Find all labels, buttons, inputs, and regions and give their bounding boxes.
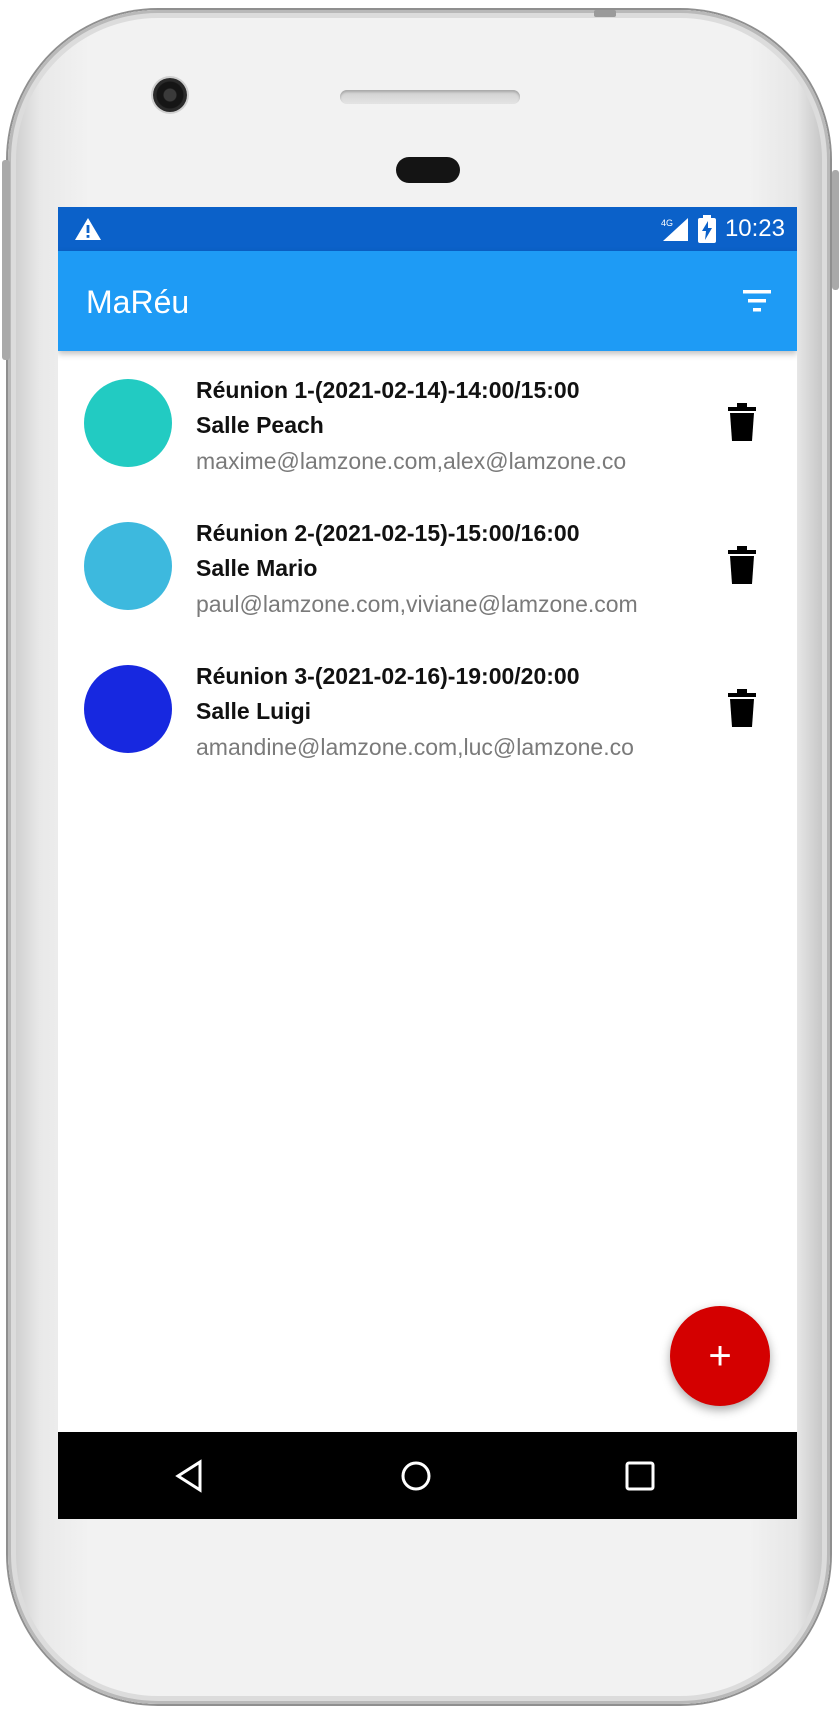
meeting-title: Réunion 1-(2021-02-14)-14:00/15:00 xyxy=(196,377,580,403)
front-camera xyxy=(153,78,187,112)
meeting-participants: paul@lamzone.com,viviane@lamzone.com xyxy=(196,591,638,617)
battery-icon xyxy=(697,215,716,243)
power-button xyxy=(832,170,839,290)
status-bar: 4G 10:23 xyxy=(58,207,797,251)
meeting-room: Salle Luigi xyxy=(196,698,312,724)
meeting-room: Salle Peach xyxy=(196,412,324,438)
list-item[interactable]: Réunion 1-(2021-02-14)-14:00/15:00 Salle… xyxy=(58,351,797,494)
meeting-text: Réunion 1-(2021-02-14)-14:00/15:00 Salle… xyxy=(196,373,716,479)
meeting-room: Salle Mario xyxy=(196,555,318,581)
add-meeting-button[interactable]: + xyxy=(670,1306,770,1406)
meeting-text: Réunion 2-(2021-02-15)-15:00/16:00 Salle… xyxy=(196,516,716,622)
status-icons: 4G 10:23 xyxy=(659,207,785,251)
app-title: MaRéu xyxy=(86,284,190,320)
back-icon[interactable] xyxy=(168,1454,212,1498)
top-edge xyxy=(594,10,616,17)
meeting-list: Réunion 1-(2021-02-14)-14:00/15:00 Salle… xyxy=(58,351,797,780)
app-bar: MaRéu xyxy=(58,251,797,351)
meeting-title: Réunion 3-(2021-02-16)-19:00/20:00 xyxy=(196,663,580,689)
screen: 4G 10:23 MaRéu Réunion 1-(2021-02-14)-14… xyxy=(58,207,797,1519)
recents-icon[interactable] xyxy=(618,1454,662,1498)
delete-icon[interactable] xyxy=(726,546,758,584)
proximity-sensor xyxy=(396,157,460,183)
delete-icon[interactable] xyxy=(726,689,758,727)
home-icon[interactable] xyxy=(394,1454,438,1498)
meeting-color-avatar xyxy=(84,665,172,753)
filter-icon[interactable] xyxy=(737,281,777,321)
network-type-label: 4G xyxy=(661,218,673,228)
signal-icon: 4G xyxy=(661,218,688,241)
side-button xyxy=(2,160,10,360)
list-item[interactable]: Réunion 2-(2021-02-15)-15:00/16:00 Salle… xyxy=(58,494,797,637)
navigation-bar xyxy=(58,1432,797,1519)
warning-icon xyxy=(75,218,101,240)
earpiece-speaker xyxy=(340,90,520,104)
meeting-participants: amandine@lamzone.com,luc@lamzone.co xyxy=(196,734,634,760)
delete-icon[interactable] xyxy=(726,403,758,441)
list-item[interactable]: Réunion 3-(2021-02-16)-19:00/20:00 Salle… xyxy=(58,637,797,780)
meeting-participants: maxime@lamzone.com,alex@lamzone.co xyxy=(196,448,627,474)
meeting-color-avatar xyxy=(84,522,172,610)
meeting-title: Réunion 2-(2021-02-15)-15:00/16:00 xyxy=(196,520,580,546)
meeting-text: Réunion 3-(2021-02-16)-19:00/20:00 Salle… xyxy=(196,659,716,765)
plus-icon: + xyxy=(708,1333,732,1378)
clock: 10:23 xyxy=(724,215,785,242)
meeting-color-avatar xyxy=(84,379,172,467)
